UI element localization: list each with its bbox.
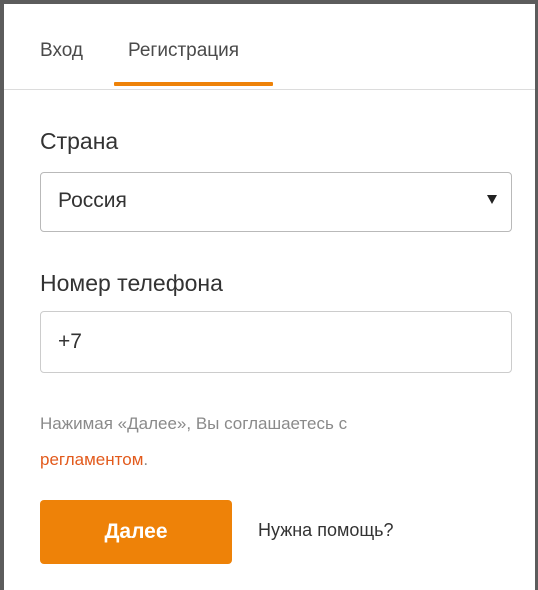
country-label: Страна — [40, 128, 119, 154]
tab-register[interactable]: Регистрация — [128, 40, 239, 62]
phone-input[interactable]: +7 — [40, 311, 512, 373]
help-link[interactable]: Нужна помощь? — [258, 520, 394, 541]
tab-login[interactable]: Вход — [40, 40, 83, 62]
country-select[interactable]: Россия — [40, 172, 512, 232]
agreement-text: Нажимая «Далее», Вы соглашаетесь с регла… — [40, 406, 510, 478]
country-select-value: Россия — [58, 189, 127, 212]
registration-panel: Вход Регистрация Страна Россия Номер тел… — [0, 0, 538, 590]
rules-link[interactable]: регламентом — [40, 450, 143, 469]
phone-label: Номер телефона — [40, 270, 223, 296]
phone-input-value: +7 — [58, 330, 82, 353]
agreement-text-main: Нажимая «Далее», Вы соглашаетесь с — [40, 414, 348, 433]
active-tab-indicator — [114, 82, 273, 86]
agreement-text-end: . — [143, 450, 149, 469]
next-button[interactable]: Далее — [40, 500, 232, 564]
dropdown-arrow-icon — [487, 195, 497, 204]
auth-tabs: Вход Регистрация — [4, 4, 535, 90]
